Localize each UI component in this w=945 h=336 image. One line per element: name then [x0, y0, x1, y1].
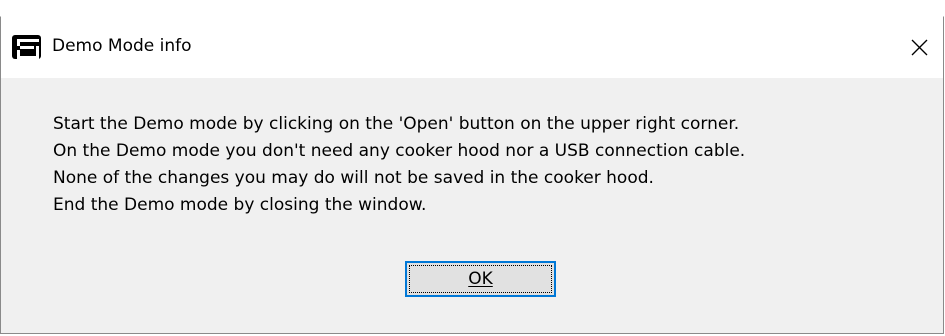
close-icon [911, 39, 928, 56]
message-line: Start the Demo mode by clicking on the '… [53, 114, 740, 134]
ok-button[interactable]: OK [405, 261, 556, 297]
close-button[interactable] [897, 17, 943, 78]
demo-mode-dialog: Demo Mode info Start the Demo mode by cl… [0, 16, 944, 334]
ok-button-label: OK [409, 265, 552, 293]
app-s-icon [12, 35, 41, 59]
message-line: End the Demo mode by closing the window. [53, 195, 427, 215]
message-line: None of the changes you may do will not … [53, 168, 654, 188]
title-bar[interactable]: Demo Mode info [1, 17, 943, 78]
window-title: Demo Mode info [52, 36, 192, 56]
message-line: On the Demo mode you don't need any cook… [53, 141, 746, 161]
message-text: Start the Demo mode by clicking on the '… [53, 111, 745, 219]
dialog-content: Start the Demo mode by clicking on the '… [1, 78, 943, 333]
